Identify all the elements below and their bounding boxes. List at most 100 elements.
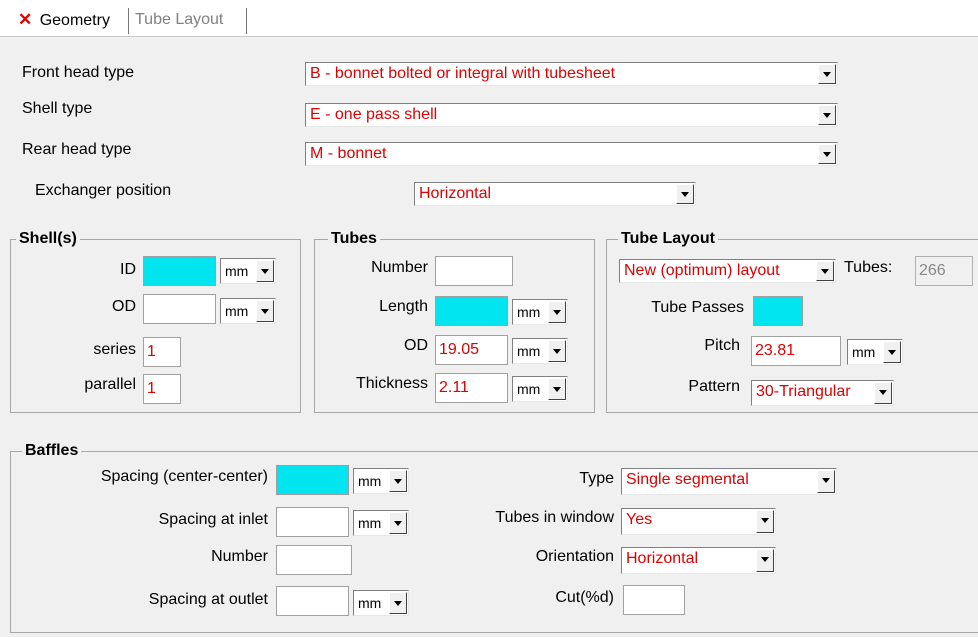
- pitch-input[interactable]: 23.81: [751, 336, 841, 366]
- tubes-in-window-select[interactable]: Yes: [621, 508, 776, 535]
- baffle-cut-input[interactable]: [623, 585, 685, 615]
- shell-id-input[interactable]: [143, 256, 216, 286]
- rear-head-select[interactable]: M - bonnet: [305, 142, 838, 166]
- shell-series-input[interactable]: 1: [143, 337, 181, 367]
- pattern-select[interactable]: 30-Triangular: [751, 380, 894, 406]
- tubes-number-input[interactable]: [435, 256, 513, 286]
- chevron-down-icon[interactable]: [676, 184, 694, 204]
- front-head-value: B - bonnet bolted or integral with tubes…: [310, 65, 616, 82]
- baffle-number-label: Number: [211, 548, 268, 565]
- unit-value: mm: [358, 595, 382, 611]
- baffle-spacing-inlet-input[interactable]: [276, 507, 349, 537]
- tubes-thickness-label: Thickness: [355, 375, 428, 392]
- tubes-group-title: Tubes: [328, 229, 380, 249]
- tubes-count-label: Tubes:: [844, 259, 893, 276]
- unit-value: mm: [225, 263, 249, 279]
- tubes-od-label: OD: [404, 337, 428, 354]
- chevron-down-icon[interactable]: [883, 341, 901, 363]
- unit-value: mm: [517, 304, 541, 320]
- baffle-number-input[interactable]: [276, 545, 352, 575]
- chevron-down-icon[interactable]: [548, 301, 566, 323]
- rear-head-value: M - bonnet: [310, 145, 387, 162]
- chevron-down-icon[interactable]: [818, 144, 836, 164]
- baffle-cut-label: Cut(%d): [555, 589, 614, 606]
- pitch-label: Pitch: [704, 337, 740, 354]
- shell-type-value: E - one pass shell: [310, 106, 438, 123]
- x-icon[interactable]: ✕: [18, 10, 32, 29]
- front-head-label: Front head type: [22, 64, 135, 81]
- shell-group-title: Shell(s): [16, 229, 80, 249]
- position-value: Horizontal: [419, 185, 492, 202]
- layout-method-value: New (optimum) layout: [624, 262, 780, 279]
- chevron-down-icon[interactable]: [818, 64, 836, 84]
- pitch-unit-select[interactable]: mm: [847, 339, 903, 365]
- unit-value: mm: [358, 515, 382, 531]
- baffle-type-select[interactable]: Single segmental: [621, 468, 837, 495]
- baffle-spacing-cc-input[interactable]: [276, 465, 349, 495]
- position-label: Exchanger position: [35, 182, 172, 199]
- tubes-thickness-input[interactable]: 2.11: [435, 373, 508, 403]
- rear-head-label: Rear head type: [22, 141, 132, 158]
- chevron-down-icon[interactable]: [756, 549, 774, 572]
- chevron-down-icon[interactable]: [256, 300, 274, 322]
- tab-strip: ✕ Geometry Tube Layout: [0, 0, 978, 37]
- baffle-spacing-outlet-unit-select[interactable]: mm: [353, 590, 409, 616]
- tubes-length-unit-select[interactable]: mm: [512, 299, 568, 325]
- chevron-down-icon[interactable]: [389, 470, 407, 492]
- tubes-od-input[interactable]: 19.05: [435, 335, 508, 365]
- baffle-orientation-select[interactable]: Horizontal: [621, 547, 776, 574]
- unit-value: mm: [225, 303, 249, 319]
- chevron-down-icon[interactable]: [756, 510, 774, 533]
- chevron-down-icon[interactable]: [548, 378, 566, 400]
- tab-tube-layout[interactable]: Tube Layout: [135, 6, 223, 34]
- baffle-spacing-cc-label: Spacing (center-center): [100, 468, 268, 485]
- unit-value: mm: [517, 381, 541, 397]
- tube-layout-group-title: Tube Layout: [618, 229, 718, 249]
- shell-od-unit-select[interactable]: mm: [220, 298, 276, 324]
- chevron-down-icon[interactable]: [816, 261, 834, 281]
- tube-passes-input[interactable]: [753, 296, 803, 326]
- unit-value: mm: [852, 344, 876, 360]
- tab-geometry[interactable]: ✕ Geometry: [18, 6, 110, 34]
- baffle-spacing-inlet-unit-select[interactable]: mm: [353, 510, 409, 536]
- front-head-select[interactable]: B - bonnet bolted or integral with tubes…: [305, 62, 838, 86]
- tubes-thickness-unit-select[interactable]: mm: [512, 376, 568, 402]
- tubes-in-window-label: Tubes in window: [495, 509, 614, 526]
- layout-method-select[interactable]: New (optimum) layout: [619, 259, 836, 283]
- unit-value: mm: [358, 473, 382, 489]
- position-select[interactable]: Horizontal: [414, 182, 696, 206]
- chevron-down-icon[interactable]: [818, 105, 836, 125]
- chevron-down-icon[interactable]: [256, 260, 274, 282]
- tab-tube-layout-label: Tube Layout: [135, 11, 224, 28]
- chevron-down-icon[interactable]: [548, 340, 566, 362]
- chevron-down-icon[interactable]: [874, 382, 892, 404]
- baffle-type-label: Type: [579, 470, 614, 487]
- tubes-count-field: 266: [915, 256, 973, 286]
- shell-id-unit-select[interactable]: mm: [220, 258, 276, 284]
- tubes-length-label: Length: [379, 298, 428, 315]
- baffle-spacing-cc-unit-select[interactable]: mm: [353, 468, 409, 494]
- shell-id-label: ID: [120, 261, 136, 278]
- chevron-down-icon[interactable]: [817, 470, 835, 493]
- baffle-orientation-value: Horizontal: [626, 550, 699, 567]
- chevron-down-icon[interactable]: [389, 592, 407, 614]
- shell-parallel-label: parallel: [84, 376, 136, 393]
- tab-divider: [246, 8, 247, 34]
- baffle-spacing-outlet-label: Spacing at outlet: [148, 591, 268, 608]
- unit-value: mm: [517, 343, 541, 359]
- shell-type-select[interactable]: E - one pass shell: [305, 103, 838, 127]
- chevron-down-icon[interactable]: [389, 512, 407, 534]
- shell-type-label: Shell type: [22, 100, 93, 117]
- tubes-length-input[interactable]: [435, 296, 508, 326]
- tubes-number-label: Number: [371, 259, 428, 276]
- tab-divider: [128, 8, 129, 34]
- tab-geometry-label: Geometry: [39, 12, 110, 29]
- tubes-od-unit-select[interactable]: mm: [512, 338, 568, 364]
- shell-od-label: OD: [112, 298, 136, 315]
- shell-od-input[interactable]: [143, 294, 216, 324]
- shell-parallel-input[interactable]: 1: [143, 374, 181, 404]
- tubes-in-window-value: Yes: [626, 511, 653, 528]
- baffle-orientation-label: Orientation: [535, 548, 614, 565]
- shell-series-label: series: [93, 341, 136, 358]
- baffle-spacing-outlet-input[interactable]: [276, 586, 349, 616]
